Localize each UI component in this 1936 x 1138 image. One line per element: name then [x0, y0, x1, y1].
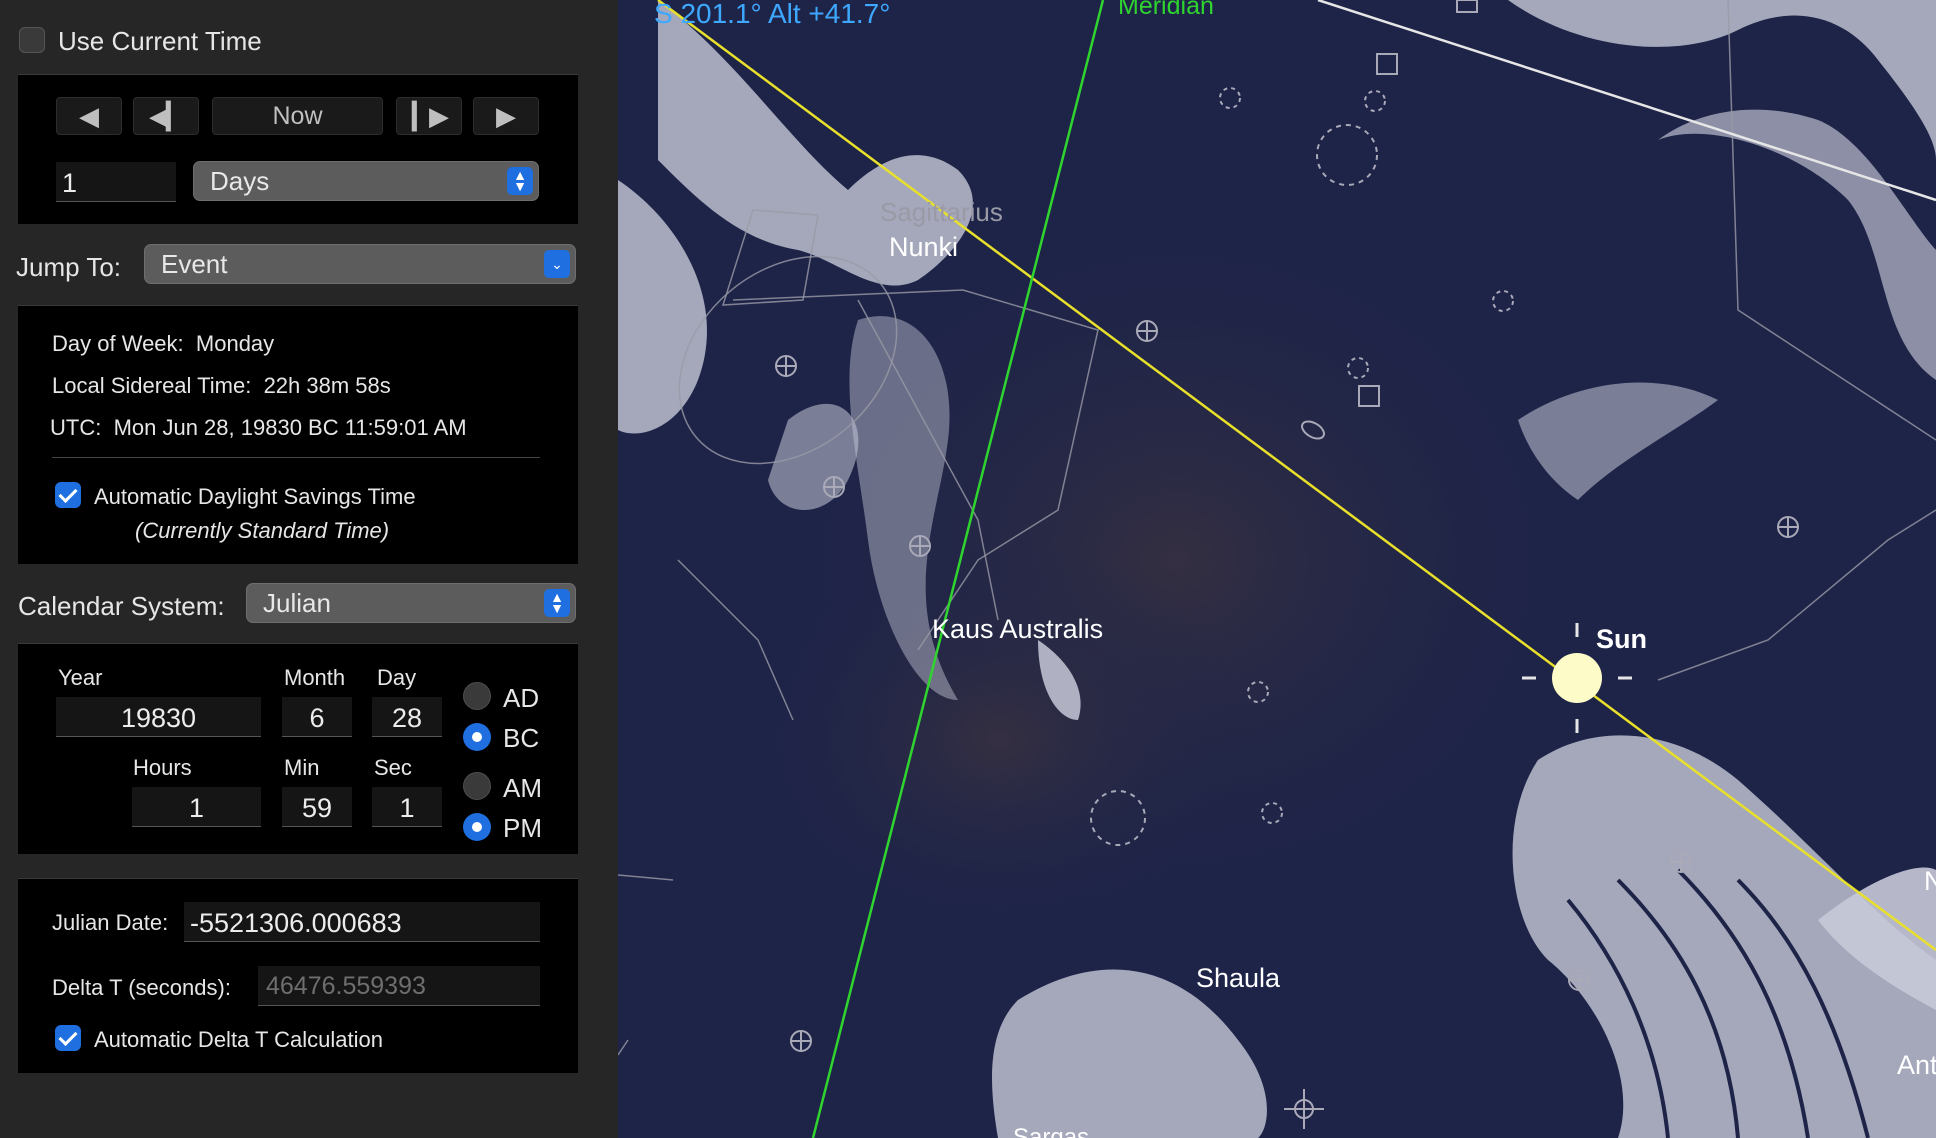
auto-dst-label: Automatic Daylight Savings Time [94, 484, 416, 509]
jump-to-value: Event [161, 248, 228, 279]
hours-field[interactable]: 1 [132, 787, 261, 827]
now-label: Now [272, 101, 323, 130]
era-bc-label: BC [503, 723, 540, 753]
hours-label: Hours [133, 755, 192, 780]
delta-t-label: Delta T (seconds): [52, 975, 231, 1000]
pm-label: PM [503, 813, 542, 843]
milky-way-glow [738, 540, 1258, 940]
step-forward-button[interactable]: ▶ [473, 97, 539, 135]
step-forward-frame-button[interactable]: ▎▶ [396, 97, 462, 135]
day-of-week-label: Day of Week: [52, 331, 184, 356]
utc-value: Mon Jun 28, 19830 BC 11:59:01 AM [113, 415, 467, 440]
am-radio[interactable] [463, 772, 491, 800]
use-current-time-label: Use Current Time [58, 26, 262, 56]
year-field[interactable]: 19830 [56, 697, 261, 737]
sidereal-time-row: Local Sidereal Time: 22h 38m 58s [52, 373, 391, 399]
rewind-icon: ◀ [79, 100, 99, 131]
star-label-antares[interactable]: Ant [1897, 1050, 1936, 1081]
min-label: Min [284, 755, 320, 780]
updown-chevron-icon: ▲ ▼ [507, 167, 533, 195]
day-label: Day [377, 665, 417, 690]
divider [52, 457, 540, 458]
sec-label: Sec [374, 755, 412, 780]
am-label: AM [503, 773, 542, 803]
delta-t-field: 46476.559393 [258, 966, 540, 1006]
star-label-nunki[interactable]: Nunki [889, 232, 958, 263]
day-field[interactable]: 28 [372, 697, 442, 737]
auto-dst-checkbox[interactable] [55, 482, 81, 508]
jump-to-label: Jump To: [16, 252, 122, 282]
star-label-partial[interactable]: N [1924, 866, 1936, 897]
now-button[interactable]: Now [212, 97, 383, 135]
julian-date-field[interactable]: -5521306.000683 [184, 902, 540, 942]
sky-view[interactable]: S 201.1° Alt +41.7° Meridian Sagittarius… [618, 0, 1936, 1138]
star-label-sargas[interactable]: Sargas [1013, 1124, 1089, 1138]
time-panel: Use Current Time ◀ ◀▎ Now ▎▶ ▶ 1 Days ▲ ▼… [0, 0, 618, 1138]
jump-to-select[interactable]: Event ⌄ [144, 244, 576, 284]
era-ad-radio[interactable] [463, 682, 491, 710]
star-label-shaula[interactable]: Shaula [1196, 963, 1280, 994]
play-icon: ▶ [496, 100, 516, 131]
era-bc-radio[interactable] [463, 723, 491, 751]
step-amount-field[interactable]: 1 [56, 162, 176, 202]
step-unit-value: Days [210, 165, 270, 196]
step-back-icon: ◀▎ [149, 100, 186, 131]
seconds-field[interactable]: 1 [372, 787, 442, 827]
calendar-system-select[interactable]: Julian ▲ ▼ [246, 583, 576, 623]
pm-radio[interactable] [463, 813, 491, 841]
year-label: Year [58, 665, 103, 690]
minutes-field[interactable]: 59 [282, 787, 352, 827]
step-back-button[interactable]: ◀ [56, 97, 122, 135]
chevron-down-icon: ⌄ [544, 250, 570, 278]
sidereal-time-value: 22h 38m 58s [263, 373, 391, 398]
month-label: Month [284, 665, 346, 690]
updown-chevron-icon: ▲ ▼ [544, 589, 570, 617]
auto-delta-t-label: Automatic Delta T Calculation [94, 1027, 383, 1052]
use-current-time-checkbox[interactable] [19, 27, 45, 53]
utc-row: UTC: Mon Jun 28, 19830 BC 11:59:01 AM [50, 415, 467, 441]
month-field[interactable]: 6 [282, 697, 352, 737]
sidereal-time-label: Local Sidereal Time: [52, 373, 252, 398]
step-back-frame-button[interactable]: ◀▎ [133, 97, 199, 135]
constellation-label: Sagittarius [880, 197, 1003, 227]
julian-date-label: Julian Date: [52, 910, 169, 935]
meridian-label: Meridian [1118, 0, 1214, 20]
star-label-kaus-australis[interactable]: Kaus Australis [932, 614, 1103, 645]
step-unit-select[interactable]: Days ▲ ▼ [193, 161, 539, 201]
step-forward-icon: ▎▶ [412, 100, 449, 131]
day-of-week-value: Monday [195, 331, 275, 356]
day-of-week-row: Day of Week: Monday [52, 331, 274, 357]
sun-label[interactable]: Sun [1596, 624, 1647, 655]
calendar-system-label: Calendar System: [18, 591, 225, 621]
auto-delta-t-checkbox[interactable] [55, 1025, 81, 1051]
utc-label: UTC: [50, 415, 102, 440]
calendar-system-value: Julian [263, 587, 331, 618]
era-ad-label: AD [503, 683, 540, 713]
dst-status: (Currently Standard Time) [135, 518, 390, 543]
pointer-coordinate-readout: S 201.1° Alt +41.7° [654, 0, 891, 29]
